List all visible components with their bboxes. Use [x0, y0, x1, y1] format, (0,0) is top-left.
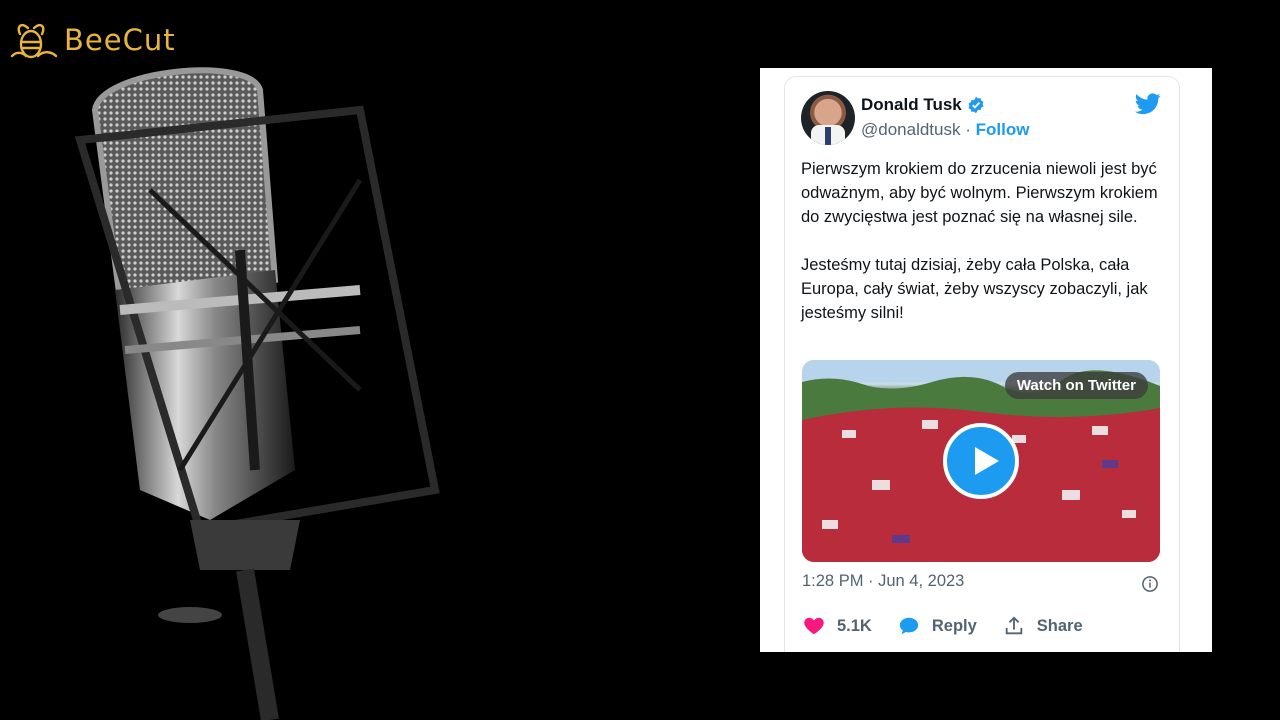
author-handle[interactable]: @donaldtusk — [861, 120, 961, 139]
tweet-text: Pierwszym krokiem do zrzucenia niewoli j… — [801, 160, 1158, 322]
share-label: Share — [1036, 616, 1083, 635]
microphone-illustration — [74, 67, 440, 720]
verified-badge-icon — [968, 96, 984, 114]
reply-bubble-icon — [899, 617, 919, 635]
tweet-timestamp[interactable]: 1:28 PM · Jun 4, 2023 — [802, 572, 964, 591]
handle-separator: · — [960, 120, 976, 139]
watch-on-twitter-button[interactable]: Watch on Twitter — [1004, 372, 1148, 399]
follow-button[interactable]: Follow — [976, 120, 1030, 139]
tweet-embed-panel: Donald Tusk @donaldtusk · Follow Pierwsz… — [760, 68, 1212, 652]
heart-icon — [804, 617, 824, 635]
like-button[interactable]: 5.1K — [803, 615, 872, 637]
author-name[interactable]: Donald Tusk — [861, 95, 962, 115]
share-button[interactable]: Share — [1003, 615, 1083, 637]
like-count: 5.1K — [837, 616, 872, 635]
reply-label: Reply — [931, 616, 977, 635]
tweet-video[interactable]: Watch on Twitter — [802, 360, 1160, 562]
author-name-row: Donald Tusk — [861, 95, 985, 115]
reply-button[interactable]: Reply — [898, 615, 977, 637]
tweet-card[interactable]: Donald Tusk @donaldtusk · Follow Pierwsz… — [784, 76, 1180, 652]
avatar-tie — [825, 127, 831, 145]
handle-row: @donaldtusk · Follow — [861, 120, 1029, 140]
twitter-bird-icon[interactable] — [1135, 93, 1161, 115]
author-avatar[interactable] — [801, 91, 855, 145]
tweet-actions: 5.1K Reply Share — [803, 615, 1109, 637]
play-button-icon[interactable] — [943, 423, 1019, 499]
info-icon[interactable] — [1141, 575, 1159, 593]
bee-logo-icon — [10, 23, 58, 59]
share-icon — [1005, 616, 1023, 635]
